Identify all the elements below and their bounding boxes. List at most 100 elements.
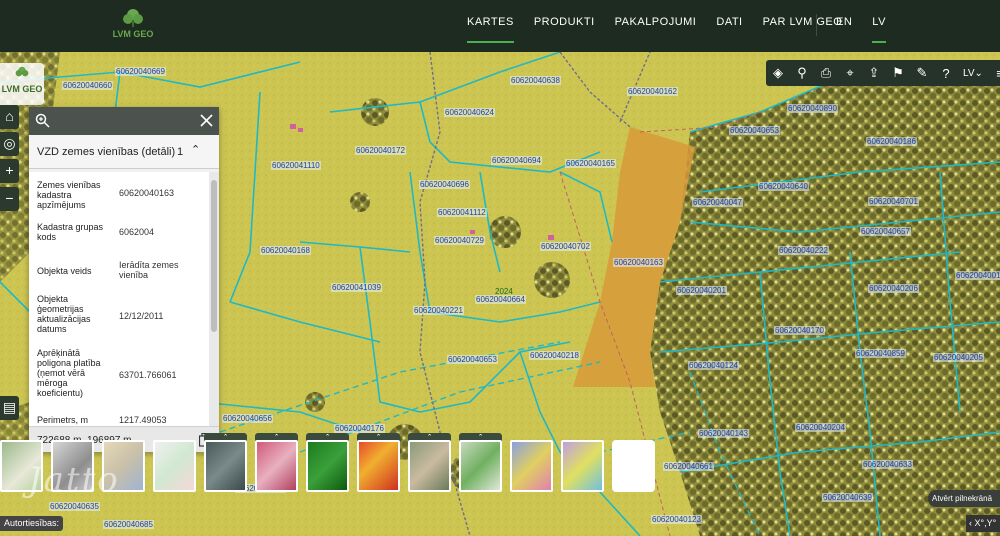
nav-dati[interactable]: DATI (716, 0, 742, 52)
measure-button[interactable]: ✎ (910, 60, 934, 86)
zoom-out-button[interactable]: − (0, 187, 19, 211)
panel-scrollbar[interactable] (209, 172, 219, 426)
parcel-label[interactable]: 60620040656 (222, 414, 273, 423)
parcel-label[interactable]: 60620040696 (419, 180, 470, 189)
parcel-label[interactable]: 60620040624 (444, 108, 495, 117)
parcel-label[interactable]: 60620040176 (334, 424, 385, 433)
parcel-label[interactable]: 60620041112 (437, 208, 487, 217)
basemap-thumb[interactable] (561, 440, 604, 492)
map-logo-text: LVM GEO (1, 84, 43, 94)
parcel-label[interactable]: 60620040218 (529, 351, 580, 360)
close-icon[interactable] (200, 114, 213, 127)
parcel-label[interactable]: 60620040653 (729, 126, 780, 135)
basemap-thumb[interactable] (459, 440, 502, 492)
basemap-thumb[interactable] (510, 440, 553, 492)
basemap-thumb[interactable] (255, 440, 298, 492)
parcel-label[interactable]: 60620040702 (540, 242, 591, 251)
location-button[interactable]: ⌖ (838, 60, 862, 86)
search-button[interactable]: ⚲ (790, 60, 814, 86)
parcel-label[interactable]: 60620040669 (115, 67, 166, 76)
coordinate-toggle[interactable]: ‹ X°,Y° (966, 515, 1000, 532)
measure-icon: ✎ (916, 65, 928, 80)
parcel-label[interactable]: 60620040701 (868, 197, 919, 206)
parcel-label[interactable]: 60620040170 (774, 326, 825, 335)
basemap-thumb[interactable] (306, 440, 349, 492)
parcel-label[interactable]: 60620040639 (822, 493, 873, 502)
help-button[interactable]: ? (934, 60, 958, 86)
basemap-thumb[interactable] (153, 440, 196, 492)
nav-kartes[interactable]: KARTES (467, 0, 514, 52)
parcel-label[interactable]: 60620040222 (778, 246, 829, 255)
copyright-button[interactable]: Autortiesības: (0, 516, 64, 531)
parcel-label[interactable]: 60620040635 (49, 502, 100, 511)
lang-en[interactable]: EN (836, 0, 852, 52)
parcel-label[interactable]: 60620040664 (475, 295, 526, 304)
parcel-label[interactable]: 60620040660 (62, 81, 113, 90)
chevron-up-icon[interactable]: ⌃ (191, 143, 200, 156)
map-logo: LVM GEO (0, 63, 44, 105)
parcel-label[interactable]: 60620040143 (698, 429, 749, 438)
basemap-thumb[interactable] (204, 440, 247, 492)
brand-logo[interactable]: LVM GEO (108, 8, 158, 39)
parcel-label[interactable]: 60620040186 (866, 137, 917, 146)
parcel-label[interactable]: 60620040685 (103, 520, 154, 529)
attribute-row: Perimetrs, m 1217.49053 (29, 415, 209, 426)
parcel-label[interactable]: 60620040653 (447, 355, 498, 364)
parcel-label[interactable]: 60620040165 (565, 159, 616, 168)
parcel-label[interactable]: 60620040694 (491, 156, 542, 165)
attribute-value: 60620040163 (119, 188, 175, 198)
parcel-label[interactable]: 60620040201 (676, 286, 727, 295)
share-button[interactable]: ⇪ (862, 60, 886, 86)
scrollbar-thumb[interactable] (211, 180, 217, 332)
parcel-label[interactable]: 60620040047 (692, 198, 743, 207)
basemap-thumb-empty[interactable] (612, 440, 655, 492)
parcel-label[interactable]: 60620040221 (413, 306, 464, 315)
lvm-geo-app: LVM GEO KARTES PRODUKTI PAKALPOJUMI DATI… (0, 0, 1000, 536)
parcel-label[interactable]: 60620040206 (868, 284, 919, 293)
basemap-thumb[interactable] (357, 440, 400, 492)
nav-produkti[interactable]: PRODUKTI (534, 0, 595, 52)
bookmark-button[interactable]: ⚑ (886, 60, 910, 86)
basemap-toggle-button[interactable]: ▤ (0, 396, 19, 420)
attribute-value: 63701.766061 (119, 370, 177, 380)
parcel-label[interactable]: 60620040204 (795, 423, 846, 432)
top-navigation-bar: LVM GEO KARTES PRODUKTI PAKALPOJUMI DATI… (0, 0, 1000, 52)
parcel-label[interactable]: 60620040124 (688, 361, 739, 370)
home-button[interactable]: ⌂ (0, 105, 19, 129)
parcel-label[interactable]: 60620040661 (663, 462, 714, 471)
fullscreen-button[interactable]: Atvērt pilnekrānā (928, 490, 1000, 507)
help-icon: ? (942, 65, 950, 81)
nav-pakalpojumi[interactable]: PAKALPOJUMI (615, 0, 697, 52)
map-lang-select[interactable]: LV ⌄ (958, 60, 988, 86)
parcel-label[interactable]: 60620040162 (627, 87, 678, 96)
plus-icon: + (5, 162, 14, 178)
zoom-in-button[interactable]: + (0, 159, 19, 183)
parcel-label[interactable]: 60620040859 (855, 349, 906, 358)
parcel-label[interactable]: 60620040013 (955, 271, 1000, 280)
attribute-row: Objekta ģeometrijas aktualizācijas datum… (29, 294, 209, 342)
parcel-label[interactable]: 60620040205 (933, 353, 984, 362)
basemap-thumb[interactable] (408, 440, 451, 492)
layers-button[interactable]: ◈ (766, 60, 790, 86)
parcel-label[interactable]: 60620040172 (355, 146, 406, 155)
print-button[interactable]: ⎙ (814, 60, 838, 86)
parcel-label[interactable]: 60620040657 (860, 227, 911, 236)
zoom-to-icon[interactable] (35, 113, 50, 128)
parcel-label[interactable]: 60620041110 (271, 161, 321, 170)
attribute-value: 1217.49053 (119, 415, 167, 425)
lang-lv[interactable]: LV (872, 0, 886, 52)
layer-group-header[interactable]: VZD zemes vienības (detāli) 1 ⌃ (29, 135, 219, 169)
parcel-label[interactable]: 60620040890 (787, 104, 838, 113)
menu-button[interactable]: ≡ (988, 60, 1000, 86)
parcel-label[interactable]: 60620040123 (651, 515, 702, 524)
parcel-label[interactable]: 60620041039 (331, 283, 382, 292)
parcel-label[interactable]: 60620040640 (758, 182, 809, 191)
parcel-label-selected[interactable]: 60620040163 (613, 258, 664, 267)
parcel-label[interactable]: 60620040638 (510, 76, 561, 85)
locate-button[interactable]: ◎ (0, 132, 19, 156)
map-canvas[interactable]: 60620040669 60620040660 60620040638 6062… (0, 52, 1000, 536)
map-layers-icon: ▤ (2, 399, 17, 415)
parcel-label[interactable]: 60620040168 (260, 246, 311, 255)
parcel-label[interactable]: 60620040729 (434, 236, 485, 245)
parcel-label[interactable]: 60620040633 (862, 460, 913, 469)
